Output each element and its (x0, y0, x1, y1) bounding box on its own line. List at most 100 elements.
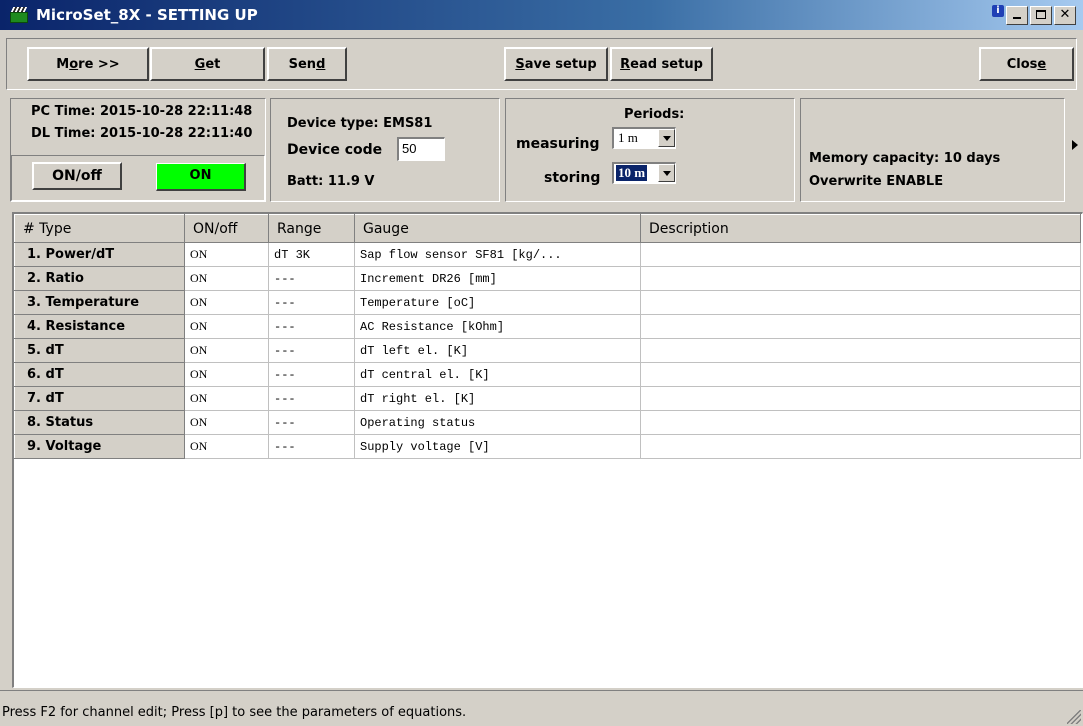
cell-onoff[interactable]: ON (184, 266, 269, 291)
maximize-icon (1036, 10, 1046, 19)
cell-type[interactable]: 6. dT (14, 362, 185, 387)
cell-description[interactable] (640, 386, 1081, 411)
overwrite-status: Overwrite ENABLE (809, 174, 944, 189)
main-window: MicroSet_8X - SETTING UP i ✕ More >> Get… (0, 0, 1083, 726)
close-label-accel: e (1037, 57, 1047, 72)
minimize-button[interactable] (1006, 6, 1028, 25)
pc-time: PC Time: 2015-10-28 22:11:48 (31, 104, 253, 119)
table-row[interactable]: 8. Status ON --- Operating status (14, 410, 1081, 435)
cell-gauge[interactable]: AC Resistance [kOhm] (354, 314, 641, 339)
cell-gauge[interactable]: Supply voltage [V] (354, 434, 641, 459)
onoff-button[interactable]: ON/off (32, 162, 122, 190)
send-button[interactable]: Send (267, 47, 347, 81)
cell-type[interactable]: 8. Status (14, 410, 185, 435)
resize-grip-icon[interactable] (1067, 710, 1081, 724)
storing-period-select[interactable]: 10 m (612, 162, 676, 184)
cell-type[interactable]: 1. Power/dT (14, 242, 185, 267)
table-row[interactable]: 6. dT ON --- dT central el. [K] (14, 362, 1081, 387)
read-setup-button[interactable]: Read setup (610, 47, 713, 81)
cell-type[interactable]: 3. Temperature (14, 290, 185, 315)
column-header-onoff[interactable]: ON/off (184, 214, 269, 243)
close-label-a: Clos (1006, 57, 1038, 72)
send-label-a: Sen (288, 57, 317, 72)
close-window-button[interactable]: ✕ (1054, 6, 1076, 25)
cell-type[interactable]: 7. dT (14, 386, 185, 411)
column-header-type[interactable]: # Type (14, 214, 185, 243)
cell-onoff[interactable]: ON (184, 290, 269, 315)
table-row[interactable]: 5. dT ON --- dT left el. [K] (14, 338, 1081, 363)
cell-type[interactable]: 9. Voltage (14, 434, 185, 459)
cell-type[interactable]: 5. dT (14, 338, 185, 363)
cell-gauge[interactable]: Sap flow sensor SF81 [kg/... (354, 242, 641, 267)
cell-range[interactable]: --- (268, 386, 355, 411)
measuring-period-select[interactable]: 1 m (612, 127, 676, 149)
cell-description[interactable] (640, 290, 1081, 315)
dl-time: DL Time: 2015-10-28 22:11:40 (31, 126, 253, 141)
cell-type[interactable]: 2. Ratio (14, 266, 185, 291)
table-row[interactable]: 4. Resistance ON --- AC Resistance [kOhm… (14, 314, 1081, 339)
read-setup-label-accel: R (620, 57, 631, 72)
cell-onoff[interactable]: ON (184, 386, 269, 411)
cell-range[interactable]: --- (268, 434, 355, 459)
cell-range[interactable]: --- (268, 290, 355, 315)
close-button[interactable]: Close (979, 47, 1074, 81)
measuring-label: measuring (516, 136, 600, 152)
cell-description[interactable] (640, 314, 1081, 339)
cell-type[interactable]: 4. Resistance (14, 314, 185, 339)
more-label-accel: o (69, 57, 79, 72)
cell-gauge[interactable]: Increment DR26 [mm] (354, 266, 641, 291)
more-label-a: M (56, 57, 70, 72)
get-button[interactable]: Get (150, 47, 265, 81)
cell-gauge[interactable]: dT right el. [K] (354, 386, 641, 411)
info-icon[interactable]: i (992, 5, 1004, 17)
cell-onoff[interactable]: ON (184, 434, 269, 459)
device-panel: Device type: EMS81 Device code 50 Batt: … (270, 98, 500, 202)
cell-description[interactable] (640, 338, 1081, 363)
clapperboard-icon (10, 7, 28, 23)
cell-gauge[interactable]: dT central el. [K] (354, 362, 641, 387)
cell-onoff[interactable]: ON (184, 410, 269, 435)
cell-description[interactable] (640, 242, 1081, 267)
cell-gauge[interactable]: Temperature [oC] (354, 290, 641, 315)
cell-range[interactable]: dT 3K (268, 242, 355, 267)
on-state-indicator[interactable]: ON (156, 163, 246, 191)
table-row[interactable]: 7. dT ON --- dT right el. [K] (14, 386, 1081, 411)
cell-onoff[interactable]: ON (184, 242, 269, 267)
table-row[interactable]: 9. Voltage ON --- Supply voltage [V] (14, 434, 1081, 459)
cell-description[interactable] (640, 266, 1081, 291)
table-row[interactable]: 1. Power/dT ON dT 3K Sap flow sensor SF8… (14, 242, 1081, 267)
chevron-down-icon[interactable] (658, 129, 675, 147)
save-setup-button[interactable]: Save setup (504, 47, 608, 81)
cell-description[interactable] (640, 434, 1081, 459)
memory-capacity: Memory capacity: 10 days (809, 151, 1001, 166)
battery-voltage: Batt: 11.9 V (287, 174, 375, 189)
cell-range[interactable]: --- (268, 314, 355, 339)
status-bar: Press F2 for channel edit; Press [p] to … (0, 690, 1083, 726)
cell-onoff[interactable]: ON (184, 338, 269, 363)
periods-panel: Periods: measuring 1 m storing 10 m (505, 98, 795, 202)
cell-range[interactable]: --- (268, 362, 355, 387)
table-row[interactable]: 3. Temperature ON --- Temperature [oC] (14, 290, 1081, 315)
column-header-gauge[interactable]: Gauge (354, 214, 641, 243)
periods-title: Periods: (624, 107, 685, 122)
maximize-button[interactable] (1030, 6, 1052, 25)
title-bar[interactable]: MicroSet_8X - SETTING UP i ✕ (0, 0, 1083, 30)
column-header-description[interactable]: Description (640, 214, 1081, 243)
cell-description[interactable] (640, 410, 1081, 435)
get-label-accel: G (194, 57, 206, 72)
cell-onoff[interactable]: ON (184, 362, 269, 387)
device-code-input[interactable]: 50 (397, 137, 445, 161)
table-row[interactable]: 2. Ratio ON --- Increment DR26 [mm] (14, 266, 1081, 291)
cell-range[interactable]: --- (268, 410, 355, 435)
cell-onoff[interactable]: ON (184, 314, 269, 339)
cell-gauge[interactable]: dT left el. [K] (354, 338, 641, 363)
cell-range[interactable]: --- (268, 338, 355, 363)
save-setup-label-accel: S (515, 57, 525, 72)
cell-description[interactable] (640, 362, 1081, 387)
cell-range[interactable]: --- (268, 266, 355, 291)
expand-right-icon[interactable] (1072, 140, 1078, 150)
cell-gauge[interactable]: Operating status (354, 410, 641, 435)
chevron-down-icon[interactable] (658, 164, 675, 182)
more-button[interactable]: More >> (27, 47, 149, 81)
column-header-range[interactable]: Range (268, 214, 355, 243)
